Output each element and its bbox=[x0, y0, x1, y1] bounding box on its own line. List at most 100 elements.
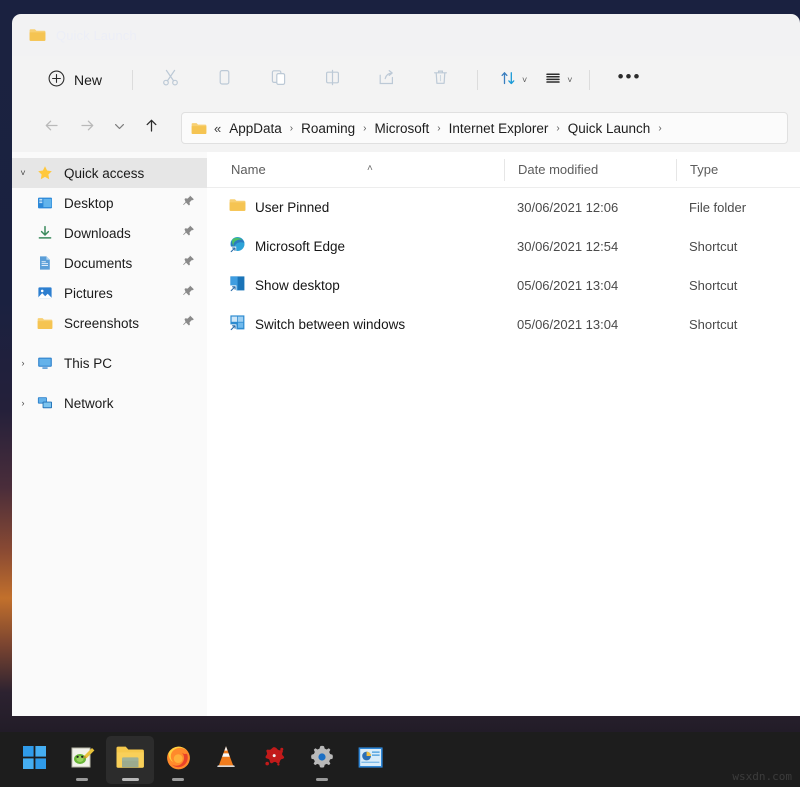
table-row[interactable]: Switch between windows 05/06/2021 13:04 … bbox=[207, 305, 800, 344]
show-desktop-shortcut-icon bbox=[229, 275, 246, 297]
file-type-cell: Shortcut bbox=[676, 277, 786, 295]
table-row[interactable]: Show desktop 05/06/2021 13:04 Shortcut bbox=[207, 266, 800, 305]
pin-icon[interactable] bbox=[182, 225, 195, 241]
pin-icon[interactable] bbox=[182, 195, 195, 211]
cut-button[interactable] bbox=[143, 64, 197, 96]
new-button[interactable]: New bbox=[38, 64, 116, 96]
back-button[interactable] bbox=[34, 112, 68, 144]
greenshot-icon bbox=[69, 744, 96, 776]
breadcrumb-item-4[interactable]: Quick Launch bbox=[563, 118, 656, 139]
taskbar-item-inkscape[interactable] bbox=[250, 736, 298, 784]
sidebar-item-label: Network bbox=[64, 396, 114, 411]
sidebar-item-pictures[interactable]: Pictures bbox=[12, 278, 207, 308]
file-date-cell: 05/06/2021 13:04 bbox=[504, 316, 676, 334]
table-row[interactable]: User Pinned 30/06/2021 12:06 File folder bbox=[207, 188, 800, 227]
chevron-expander-icon-this-pc[interactable]: › bbox=[12, 358, 34, 368]
switch-windows-shortcut-icon bbox=[229, 314, 246, 336]
breadcrumb-item-3[interactable]: Internet Explorer bbox=[444, 118, 554, 139]
breadcrumb-item-2[interactable]: Microsoft bbox=[370, 118, 435, 139]
new-button-label: New bbox=[74, 72, 102, 88]
sort-button[interactable]: ˅ bbox=[488, 64, 533, 96]
pin-icon[interactable] bbox=[182, 315, 195, 331]
toolbar-divider bbox=[132, 70, 133, 90]
taskbar-item-greenshot[interactable] bbox=[58, 736, 106, 784]
sidebar-item-label: This PC bbox=[64, 356, 112, 371]
view-button[interactable]: ˅ bbox=[533, 64, 578, 96]
blue-media-icon bbox=[357, 745, 384, 775]
running-indicator bbox=[76, 778, 88, 781]
trash-icon bbox=[431, 68, 450, 92]
breadcrumb-separator-0[interactable]: › bbox=[287, 123, 296, 134]
delete-button[interactable] bbox=[413, 64, 467, 96]
rename-button[interactable] bbox=[305, 64, 359, 96]
folder-icon-screenshots bbox=[34, 317, 56, 330]
more-options-button[interactable]: ••• bbox=[608, 64, 652, 96]
table-row[interactable]: Microsoft Edge 30/06/2021 12:54 Shortcut bbox=[207, 227, 800, 266]
sidebar-item-label: Downloads bbox=[64, 226, 131, 241]
network-icon bbox=[34, 395, 56, 411]
recent-locations-button[interactable] bbox=[106, 112, 132, 144]
breadcrumb-separator-1[interactable]: › bbox=[360, 123, 369, 134]
vlc-cone-icon bbox=[213, 744, 239, 775]
taskbar-item-vlc[interactable] bbox=[202, 736, 250, 784]
sidebar-item-desktop[interactable]: Desktop bbox=[12, 188, 207, 218]
sort-ascending-icon: ˄ bbox=[367, 163, 373, 174]
folder-icon-breadcrumb bbox=[191, 122, 207, 135]
folder-icon bbox=[29, 28, 46, 42]
breadcrumb-item-1[interactable]: Roaming bbox=[296, 118, 360, 139]
up-button[interactable] bbox=[134, 112, 168, 144]
pin-icon[interactable] bbox=[182, 255, 195, 271]
sidebar-item-label: Quick access bbox=[64, 166, 144, 181]
toolbar-divider-3 bbox=[589, 70, 590, 90]
sidebar-item-documents[interactable]: Documents bbox=[12, 248, 207, 278]
column-header-row: Name ˄ Date modified Type bbox=[207, 152, 800, 188]
taskbar-item-file-explorer[interactable] bbox=[106, 736, 154, 784]
file-type-cell: Shortcut bbox=[676, 316, 786, 334]
title-bar: Quick Launch bbox=[12, 14, 800, 56]
breadcrumb-item-0[interactable]: AppData bbox=[224, 118, 287, 139]
breadcrumb-separator-2[interactable]: › bbox=[434, 123, 443, 134]
edge-shortcut-icon bbox=[229, 236, 246, 258]
running-indicator bbox=[172, 778, 184, 781]
paste-button[interactable] bbox=[251, 64, 305, 96]
sidebar-item-label: Screenshots bbox=[64, 316, 139, 331]
copy-button[interactable] bbox=[197, 64, 251, 96]
breadcrumb-separator-3[interactable]: › bbox=[553, 123, 562, 134]
file-name-label: Microsoft Edge bbox=[255, 239, 345, 254]
taskbar-item-start[interactable] bbox=[10, 736, 58, 784]
file-date-cell: 30/06/2021 12:06 bbox=[504, 199, 676, 217]
running-indicator bbox=[316, 778, 328, 781]
taskbar-item-firefox[interactable] bbox=[154, 736, 202, 784]
sidebar-item-screenshots[interactable]: Screenshots bbox=[12, 308, 207, 338]
file-name-cell: Microsoft Edge bbox=[207, 236, 504, 258]
file-date-label: 05/06/2021 13:04 bbox=[517, 317, 618, 332]
file-name-label: Show desktop bbox=[255, 278, 340, 293]
file-date-label: 30/06/2021 12:06 bbox=[517, 200, 618, 215]
sidebar-item-downloads[interactable]: Downloads bbox=[12, 218, 207, 248]
breadcrumb-separator-4[interactable]: › bbox=[655, 123, 664, 134]
red-splat-icon bbox=[261, 744, 287, 775]
sidebar-item-this-pc[interactable]: › This PC bbox=[12, 348, 207, 378]
sort-arrows-icon bbox=[498, 68, 518, 93]
taskbar-item-media-app[interactable] bbox=[346, 736, 394, 784]
pin-icon[interactable] bbox=[182, 285, 195, 301]
rename-icon bbox=[323, 68, 342, 92]
column-header-type[interactable]: Type bbox=[676, 159, 786, 181]
breadcrumb-overflow[interactable]: « bbox=[214, 121, 221, 136]
chevron-down-icon: ˅ bbox=[522, 75, 527, 85]
chevron-expander-icon-network[interactable]: › bbox=[12, 398, 34, 408]
arrow-left-icon bbox=[43, 117, 60, 139]
sidebar-item-quick-access[interactable]: ˅ Quick access bbox=[12, 158, 207, 188]
chevron-expander-icon[interactable]: ˅ bbox=[12, 168, 34, 178]
breadcrumb[interactable]: « AppData › Roaming › Microsoft › Intern… bbox=[181, 112, 788, 144]
column-header-date-modified[interactable]: Date modified bbox=[504, 159, 676, 181]
window-content: ˅ Quick access Desktop bbox=[12, 152, 800, 716]
column-header-name[interactable]: Name ˄ bbox=[207, 161, 504, 179]
share-button[interactable] bbox=[359, 64, 413, 96]
sidebar-item-network[interactable]: › Network bbox=[12, 388, 207, 418]
address-bar-row: « AppData › Roaming › Microsoft › Intern… bbox=[12, 104, 800, 152]
taskbar-item-settings[interactable] bbox=[298, 736, 346, 784]
windows-start-icon bbox=[22, 745, 47, 775]
monitor-icon bbox=[34, 355, 56, 371]
forward-button[interactable] bbox=[70, 112, 104, 144]
